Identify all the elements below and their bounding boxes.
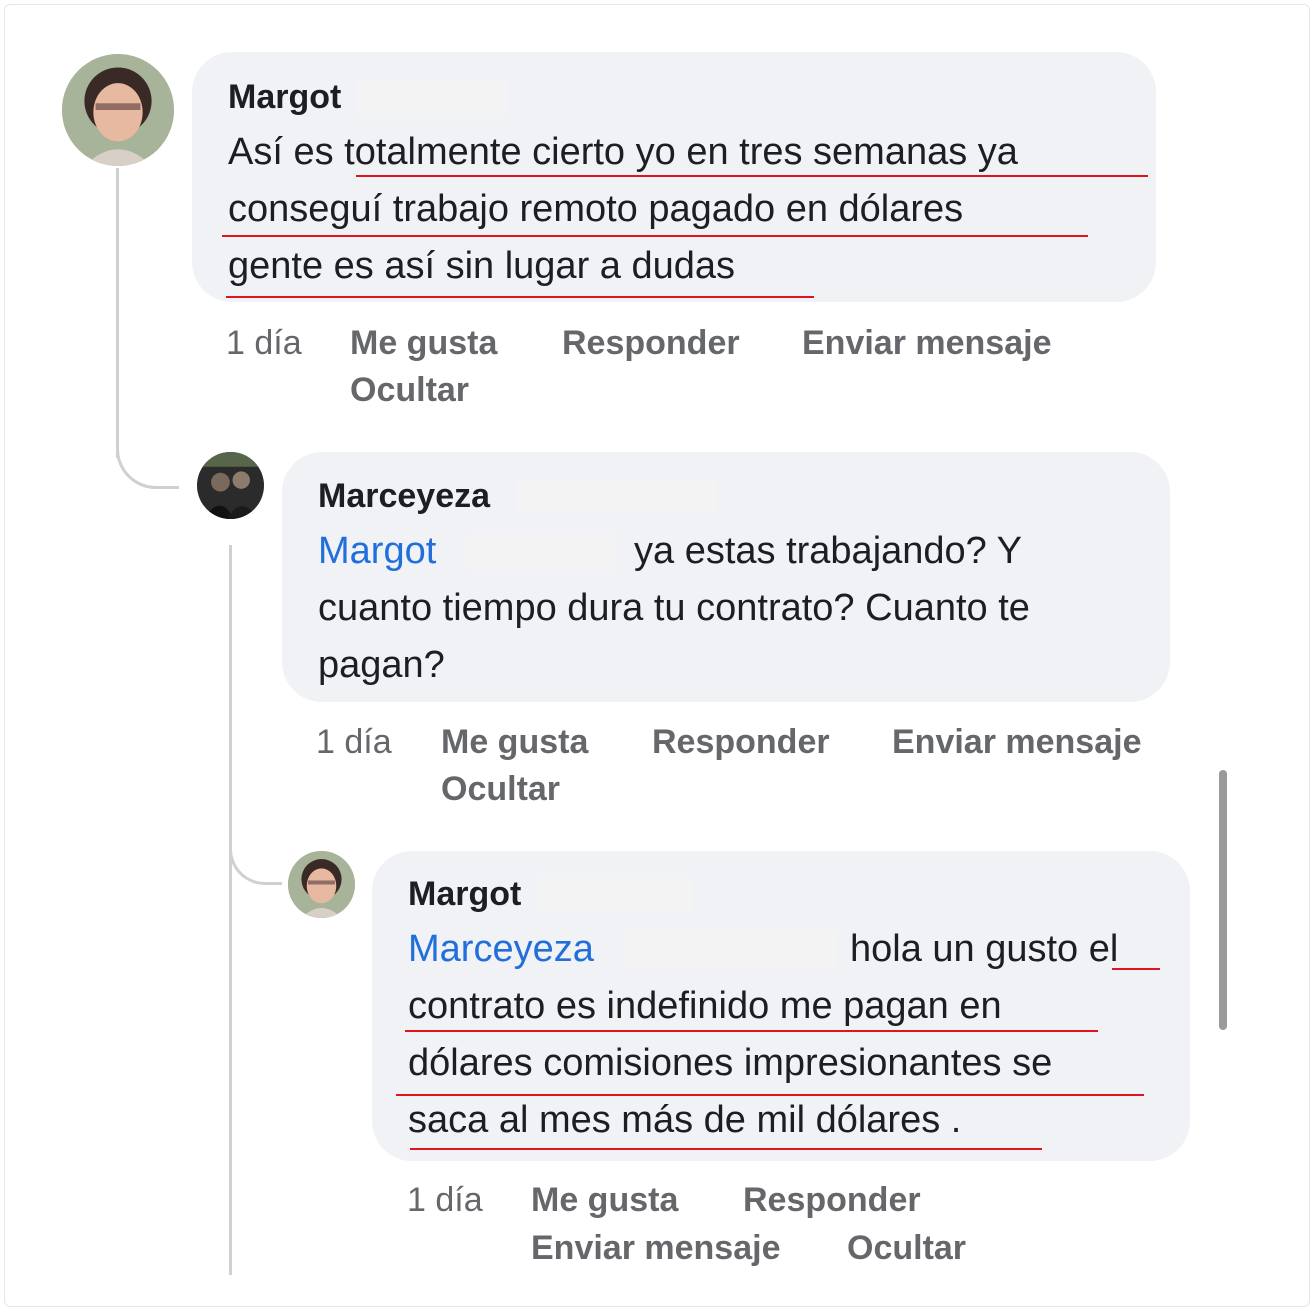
comment-time: 1 día bbox=[407, 1181, 483, 1219]
comment-text-line: gente es así sin lugar a dudas bbox=[228, 245, 736, 287]
mention-link[interactable]: Marceyeza bbox=[408, 928, 594, 970]
comment-text-line: Margot bbox=[318, 523, 436, 580]
thread-line bbox=[116, 168, 119, 458]
hide-button[interactable]: Ocultar bbox=[441, 770, 560, 809]
comment-text-line: saca al mes más de mil dólares . bbox=[408, 1099, 962, 1141]
red-underline bbox=[222, 235, 1088, 237]
comment-text-line: Así es totalmente cierto yo en tres sema… bbox=[228, 131, 1018, 173]
hide-button[interactable]: Ocultar bbox=[847, 1229, 966, 1268]
like-button[interactable]: Me gusta bbox=[531, 1181, 678, 1220]
redacted-surname bbox=[466, 534, 616, 570]
comment-text-line: dólares comisiones impresionantes se bbox=[408, 1042, 1053, 1084]
redacted-surname bbox=[625, 930, 837, 968]
comment-author[interactable]: Margot bbox=[228, 78, 341, 117]
red-underline bbox=[405, 1030, 1098, 1032]
redacted-surname bbox=[517, 479, 717, 513]
mention-link[interactable]: Margot bbox=[318, 530, 436, 572]
comment-time: 1 día bbox=[226, 324, 302, 362]
comment-author[interactable]: Margot bbox=[408, 875, 521, 914]
comment-text-line: hola un gusto el bbox=[850, 928, 1119, 970]
like-button[interactable]: Me gusta bbox=[350, 324, 497, 363]
comment-text-line: pagan? bbox=[318, 644, 445, 686]
red-underline bbox=[396, 1094, 1144, 1096]
thread-line bbox=[229, 545, 232, 1275]
reply-button[interactable]: Responder bbox=[743, 1181, 921, 1220]
scrollbar[interactable] bbox=[1219, 770, 1227, 1030]
comment-text-line: cuanto tiempo dura tu contrato? Cuanto t… bbox=[318, 587, 1030, 629]
red-underline bbox=[1112, 968, 1160, 970]
send-message-button[interactable]: Enviar mensaje bbox=[892, 723, 1141, 762]
reply-button[interactable]: Responder bbox=[652, 723, 830, 762]
redacted-surname bbox=[537, 878, 692, 912]
hide-button[interactable]: Ocultar bbox=[350, 371, 469, 410]
comment-time: 1 día bbox=[316, 723, 392, 761]
red-underline bbox=[410, 1148, 1042, 1150]
comment-text-line: contrato es indefinido me pagan en bbox=[408, 985, 1002, 1027]
comment-text-line: conseguí trabajo remoto pagado en dólare… bbox=[228, 188, 964, 230]
red-underline bbox=[356, 175, 1148, 177]
send-message-button[interactable]: Enviar mensaje bbox=[531, 1229, 780, 1268]
avatar[interactable] bbox=[288, 851, 355, 918]
like-button[interactable]: Me gusta bbox=[441, 723, 588, 762]
avatar[interactable] bbox=[197, 452, 264, 519]
reply-button[interactable]: Responder bbox=[562, 324, 740, 363]
comment-text-line: ya estas trabajando? Y bbox=[634, 530, 1023, 572]
avatar[interactable] bbox=[62, 54, 174, 166]
send-message-button[interactable]: Enviar mensaje bbox=[802, 324, 1051, 363]
redacted-surname bbox=[357, 80, 507, 114]
red-underline bbox=[226, 296, 814, 298]
comment-author[interactable]: Marceyeza bbox=[318, 477, 490, 516]
comment-text-line: Marceyeza bbox=[408, 921, 594, 978]
